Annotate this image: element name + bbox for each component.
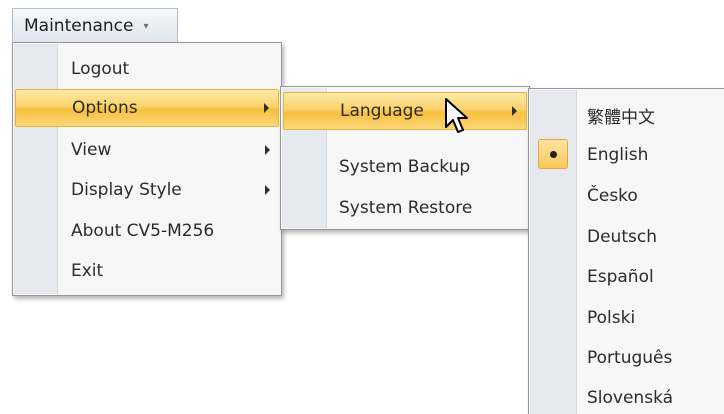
menu-item-lang-slovenska[interactable]: Slovenská <box>531 379 724 414</box>
menu-item-label: Display Style <box>71 180 182 200</box>
menu-item-lang-cesko[interactable]: Česko <box>531 177 724 215</box>
maintenance-menu-label: Maintenance <box>24 15 134 36</box>
menu-item-label: Español <box>587 267 654 287</box>
menu-item-about[interactable]: About CV5-M256 <box>15 212 279 250</box>
dropdown-arrow-icon: ▾ <box>143 21 149 32</box>
menu-item-lang-deutsch[interactable]: Deutsch <box>531 218 724 256</box>
maintenance-menu-button[interactable]: Maintenance ▾ <box>12 8 178 42</box>
menu-item-lang-english[interactable]: English <box>531 136 724 174</box>
menu-item-label: View <box>71 140 112 160</box>
menu-item-label: Polski <box>587 308 636 328</box>
selected-radio-indicator <box>538 139 568 169</box>
menu-item-label: System Backup <box>339 157 471 177</box>
menu-item-label: Exit <box>71 261 104 281</box>
menu-item-lang-polski[interactable]: Polski <box>531 299 724 337</box>
mouse-pointer-icon <box>445 98 468 133</box>
menu-item-options[interactable]: Options <box>15 89 279 127</box>
screen: Maintenance ▾ Logout Options View Displa… <box>0 0 724 414</box>
submenu-arrow-icon <box>265 185 270 195</box>
maintenance-dropdown-menu: Logout Options View Display Style About … <box>12 42 282 296</box>
menu-item-lang-espanol[interactable]: Español <box>531 258 724 296</box>
submenu-arrow-icon <box>512 106 517 116</box>
options-submenu: Language System Backup System Restore <box>280 86 530 230</box>
menu-item-label: Česko <box>587 186 638 206</box>
menu-item-label: Slovenská <box>587 388 674 408</box>
menu-item-view[interactable]: View <box>15 131 279 169</box>
radio-dot-icon <box>550 151 557 158</box>
menu-item-label: System Restore <box>339 198 473 218</box>
menu-item-label: Language <box>340 101 424 121</box>
menu-item-system-backup[interactable]: System Backup <box>283 148 527 186</box>
menu-item-language[interactable]: Language <box>283 92 527 130</box>
submenu-arrow-icon <box>265 145 270 155</box>
menu-item-exit[interactable]: Exit <box>15 252 279 290</box>
language-submenu: 繁體中文 English Česko Deutsch Español Polsk… <box>528 88 724 414</box>
menu-item-display-style[interactable]: Display Style <box>15 171 279 209</box>
menu-item-label: Deutsch <box>587 227 657 247</box>
menu-item-logout[interactable]: Logout <box>15 50 279 88</box>
menu-item-label: Português <box>587 348 673 368</box>
menu-item-system-restore[interactable]: System Restore <box>283 189 527 227</box>
submenu-arrow-icon <box>264 103 269 113</box>
menu-item-lang-zh-tw[interactable]: 繁體中文 <box>531 96 724 134</box>
menu-item-label: Options <box>72 98 138 118</box>
menu-item-lang-portugues[interactable]: Português <box>531 339 724 377</box>
menu-item-label: English <box>587 145 649 165</box>
menu-item-label: About CV5-M256 <box>71 221 215 241</box>
menu-item-label: 繁體中文 <box>587 107 655 128</box>
menu-item-label: Logout <box>71 59 130 79</box>
